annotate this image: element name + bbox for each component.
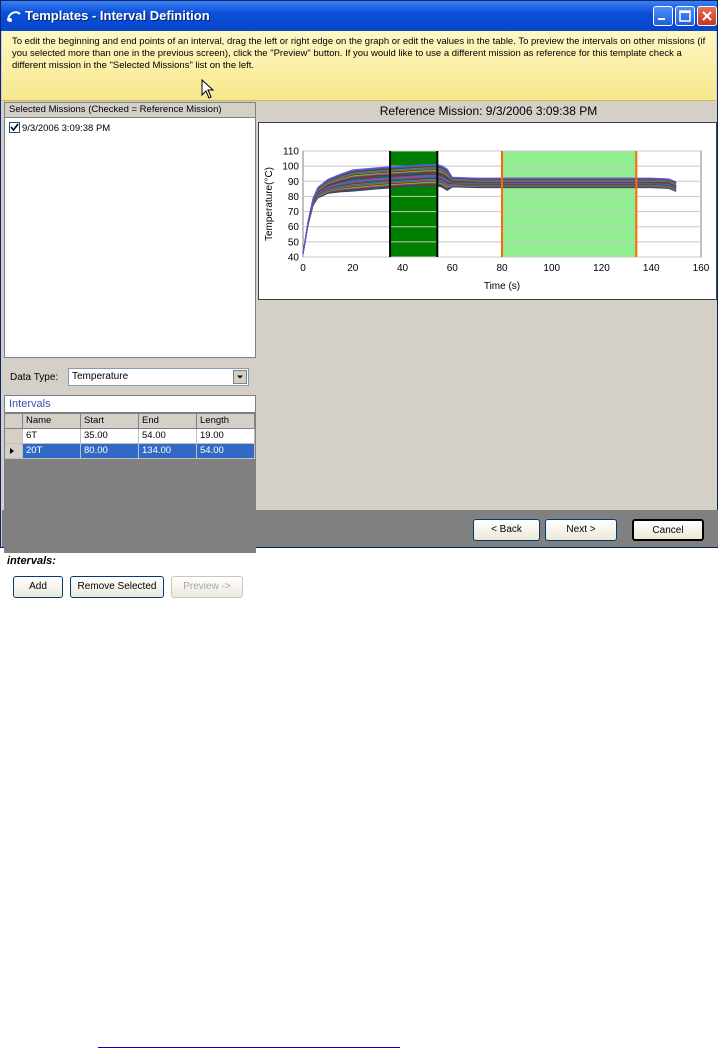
x-tick-label: 140: [643, 263, 660, 274]
interval-name-cell[interactable]: 20T: [23, 444, 81, 459]
info-text: To edit the beginning and end points of …: [12, 36, 706, 71]
data-type-select[interactable]: Temperature: [68, 368, 249, 386]
maximize-icon: [679, 10, 691, 22]
x-tick-label: 60: [447, 263, 459, 274]
interval-length-cell[interactable]: 19.00: [197, 429, 255, 444]
temperature-chart[interactable]: 0 20 40 60 80 100 120 140 160 40 50 60 70 80 90 100 110 T…: [259, 123, 716, 299]
x-tick-label: 40: [397, 263, 409, 274]
preview-button[interactable]: Preview ->: [171, 576, 243, 598]
maximize-button[interactable]: [675, 6, 695, 26]
dropdown-button[interactable]: [233, 370, 247, 384]
x-tick-label: 100: [543, 263, 560, 274]
table-row[interactable]: 20T 80.00 134.00 54.00: [5, 444, 255, 459]
next-button[interactable]: Next >: [545, 519, 617, 541]
x-axis-label: Time (s): [484, 281, 520, 292]
column-header-name[interactable]: Name: [23, 414, 81, 429]
x-tick-label: 120: [593, 263, 610, 274]
y-tick-label: 110: [283, 147, 299, 158]
y-tick-label: 50: [288, 237, 300, 248]
y-tick-label: 100: [282, 162, 299, 173]
minimize-icon: [658, 18, 665, 20]
interval-start-cell[interactable]: 35.00: [81, 429, 139, 444]
row-header[interactable]: [5, 429, 23, 444]
interval-length-cell[interactable]: 54.00: [197, 444, 255, 459]
close-icon: [702, 11, 712, 21]
x-tick-label: 0: [300, 263, 306, 274]
table-row[interactable]: 6T 35.00 54.00 19.00: [5, 429, 255, 444]
y-tick-label: 70: [288, 207, 300, 218]
back-button[interactable]: < Back: [473, 519, 540, 541]
interval-definition-window: Templates - Interval Definition To edit …: [0, 0, 719, 598]
minimize-button[interactable]: [653, 6, 673, 26]
mouse-cursor-icon: [201, 79, 215, 99]
window-title: Templates - Interval Definition: [25, 8, 210, 23]
x-tick-label: 20: [347, 263, 359, 274]
interval-end-cell[interactable]: 134.00: [139, 444, 197, 459]
y-tick-label: 40: [288, 253, 300, 264]
title-bar[interactable]: Templates - Interval Definition: [1, 1, 717, 31]
checkmark-icon: [10, 123, 19, 132]
y-tick-label: 90: [288, 177, 300, 188]
left-panel: Selected Missions (Checked = Reference M…: [4, 102, 256, 598]
mission-checkbox[interactable]: [9, 122, 20, 133]
cancel-button[interactable]: Cancel: [632, 519, 704, 541]
y-tick-label: 80: [288, 192, 300, 203]
column-header-start[interactable]: Start: [81, 414, 139, 429]
info-bar: To edit the beginning and end points of …: [2, 31, 716, 101]
mission-item[interactable]: 9/3/2006 3:09:38 PM: [9, 122, 110, 136]
intervals-actions: intervals: Add Remove Selected Preview -…: [4, 555, 256, 610]
data-type-label: Data Type:: [10, 372, 59, 383]
current-row-arrow-icon: [10, 448, 14, 454]
row-header[interactable]: [5, 444, 23, 459]
intervals-header: Intervals: [4, 395, 256, 413]
interval-name-cell[interactable]: 6T: [23, 429, 81, 444]
interval-end-cell[interactable]: 54.00: [139, 429, 197, 444]
y-axis-label: Temperature(°C): [264, 167, 275, 241]
app-icon: [7, 11, 21, 22]
column-header-end[interactable]: End: [139, 414, 197, 429]
row-header-corner: [5, 414, 23, 429]
selected-missions-header: Selected Missions (Checked = Reference M…: [4, 102, 256, 118]
selected-missions-list[interactable]: 9/3/2006 3:09:38 PM: [4, 118, 256, 358]
close-button[interactable]: [697, 6, 717, 26]
column-header-length[interactable]: Length: [197, 414, 255, 429]
wizard-footer: < Back Next > Cancel: [2, 510, 718, 547]
chart-container[interactable]: 0 20 40 60 80 100 120 140 160 40 50 60 70 80 90 100 110 T…: [258, 122, 717, 300]
grid-header-row: Name Start End Length: [5, 414, 255, 429]
data-type-row: Data Type: Temperature: [4, 360, 256, 392]
chevron-down-icon: [237, 375, 243, 379]
interval-band-20t[interactable]: [502, 151, 637, 257]
right-panel: Reference Mission: 9/3/2006 3:09:38 PM 0…: [258, 102, 719, 510]
x-tick-label: 80: [496, 263, 508, 274]
chart-title: Reference Mission: 9/3/2006 3:09:38 PM: [379, 104, 598, 118]
x-tick-label: 160: [693, 263, 710, 274]
remove-selected-button[interactable]: Remove Selected: [70, 576, 164, 598]
mission-label: 9/3/2006 3:09:38 PM: [22, 123, 111, 134]
y-tick-label: 60: [288, 222, 300, 233]
data-type-value: Temperature: [72, 371, 129, 382]
intervals-actions-label: intervals:: [7, 555, 56, 567]
hyperlink-underline: [98, 1047, 400, 1048]
add-button[interactable]: Add: [13, 576, 63, 598]
interval-start-cell[interactable]: 80.00: [81, 444, 139, 459]
